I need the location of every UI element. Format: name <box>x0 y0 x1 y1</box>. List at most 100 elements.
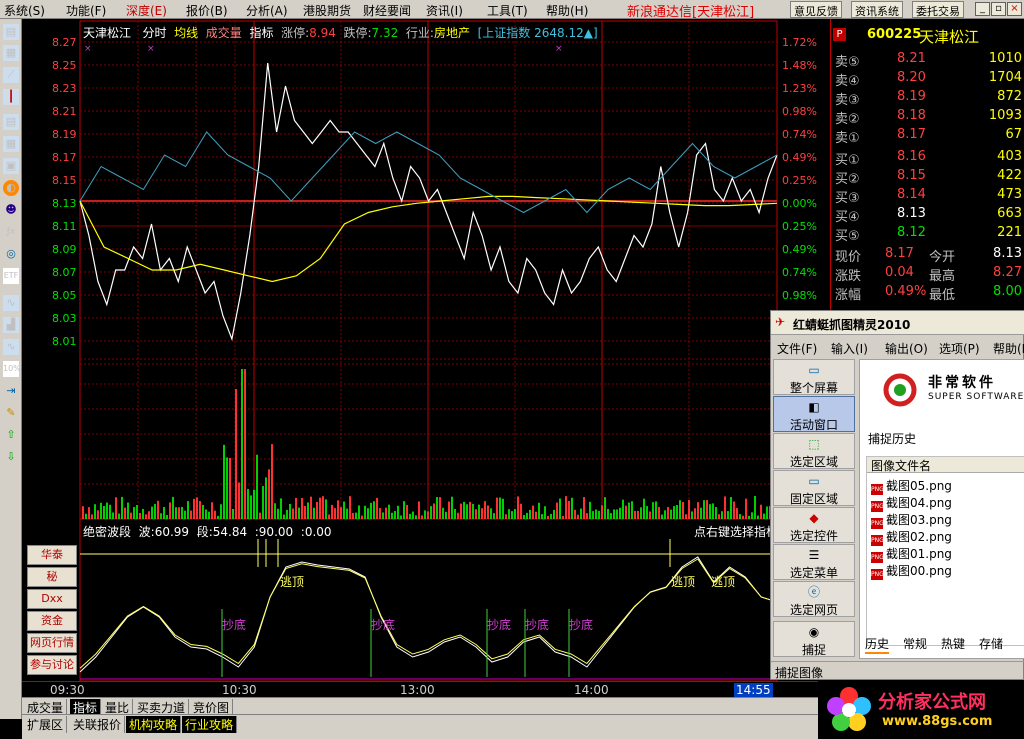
file-list[interactable]: 图像文件名 PNG 截图05.png PNG 截图04.png PNG 截图03.pn… <box>866 456 1024 646</box>
file-item[interactable]: PNG 截图05.png <box>871 477 952 495</box>
volume-bar <box>214 510 216 519</box>
tab-general[interactable]: 常规 <box>903 635 927 652</box>
capture-menu-file[interactable]: 文件(F) <box>777 340 817 357</box>
dxx-button[interactable]: Dxx <box>27 589 77 609</box>
wave-icon[interactable]: ∿ <box>3 339 19 355</box>
arrow-up-icon[interactable]: ⇧ <box>3 427 19 443</box>
bulb-icon[interactable]: ◐ <box>3 180 19 196</box>
mode-label[interactable]: 分时 <box>142 26 166 40</box>
tool-label: 活动窗口 <box>789 418 838 432</box>
close-icon[interactable]: × <box>1007 2 1022 16</box>
calendar-icon[interactable]: ▣ <box>3 158 19 174</box>
tab-institution[interactable]: 机构攻略 <box>126 716 182 733</box>
pen-icon[interactable]: ✎ <box>3 405 19 421</box>
volume-bar <box>547 515 549 519</box>
window-icon: ◧ <box>808 400 820 414</box>
menu-info[interactable]: 资讯(I) <box>426 2 463 19</box>
feedback-button[interactable]: 意见反馈 <box>790 1 842 18</box>
percent-icon[interactable]: 10% <box>3 361 21 377</box>
price-tick: 8.11 <box>52 220 77 233</box>
capture-menu-input[interactable]: 输入(I) <box>831 340 868 357</box>
volume-bar <box>748 515 750 519</box>
file-item[interactable]: PNG 截图01.png <box>871 545 952 563</box>
capture-menu-output[interactable]: 输出(O) <box>885 340 928 357</box>
web-quote-button[interactable]: 网页行情 <box>27 633 77 653</box>
avg-label[interactable]: 均线 <box>174 26 198 40</box>
restore-icon[interactable]: ▫ <box>991 2 1006 16</box>
huatai-button[interactable]: 华泰 <box>27 545 77 565</box>
control-tool[interactable]: ◆ 选定控件 <box>773 507 855 543</box>
tab-industry[interactable]: 行业攻略 <box>182 716 238 733</box>
volume-bar <box>193 498 195 519</box>
secret-button[interactable]: 秘 <box>27 567 77 587</box>
line-chart-icon[interactable]: ⟋ <box>3 67 19 83</box>
menu-news[interactable]: 财经要闻 <box>363 2 411 19</box>
fund-button[interactable]: 资金 <box>27 611 77 631</box>
volume-bar <box>244 369 246 519</box>
volume-bar <box>682 501 684 519</box>
search-icon[interactable]: ◎ <box>3 246 19 262</box>
menu-quote[interactable]: 报价(B) <box>186 2 228 19</box>
capture-menu-options[interactable]: 选项(P) <box>939 340 980 357</box>
tab-hotkey[interactable]: 热键 <box>941 635 965 652</box>
tab-storage[interactable]: 存储 <box>979 635 1003 652</box>
intraday-chart[interactable]: × × × <box>22 19 830 685</box>
file-list-header[interactable]: 图像文件名 <box>867 457 1024 473</box>
capture-button[interactable]: ◉ 捕捉 <box>773 621 855 657</box>
etf-icon[interactable]: ETF <box>3 268 19 284</box>
volume-bar <box>550 514 552 519</box>
volume-bar <box>340 507 342 519</box>
sell-label: 逃顶 <box>280 575 305 589</box>
tab-extension[interactable]: 扩展区 <box>24 716 68 733</box>
webpage-tool[interactable]: ⓔ 选定网页 <box>773 581 855 617</box>
volume-label[interactable]: 成交量 <box>206 26 242 40</box>
menu-system[interactable]: 系统(S) <box>4 2 45 19</box>
discussion-button[interactable]: 参与讨论 <box>27 655 77 675</box>
capture-menu-help[interactable]: 帮助(H) <box>993 340 1024 357</box>
volume-bar <box>496 497 498 519</box>
candle-icon[interactable]: ┃ <box>3 89 19 105</box>
indicator-title[interactable]: 绝密波段 <box>83 525 131 539</box>
tab-related-quote[interactable]: 关联报价 <box>70 716 126 733</box>
fullscreen-tool[interactable]: ▭ 整个屏幕 <box>773 359 855 395</box>
fixed-region-tool[interactable]: ▭ 固定区域 <box>773 470 855 506</box>
volume-bar <box>661 514 663 519</box>
area-icon[interactable]: ▟ <box>3 317 19 333</box>
volume-bar <box>694 508 696 519</box>
file-item[interactable]: PNG 截图02.png <box>871 528 952 546</box>
arrow-down-icon[interactable]: ⇩ <box>3 449 19 465</box>
minimize-icon[interactable]: _ <box>975 2 990 16</box>
users-icon[interactable]: ☻ <box>3 202 19 218</box>
p-icon[interactable]: P <box>833 28 846 41</box>
report-icon[interactable]: ▤ <box>3 114 19 130</box>
file-item[interactable]: PNG 截图04.png <box>871 494 952 512</box>
menu-tool[interactable]: ☰ 选定菜单 <box>773 544 855 580</box>
tab-history[interactable]: 历史 <box>865 635 890 654</box>
volume-bar <box>442 507 444 519</box>
price-tick: 8.15 <box>52 174 77 187</box>
menu-hk-futures[interactable]: 港股期货 <box>303 2 351 19</box>
menu-analysis[interactable]: 分析(A) <box>246 2 288 19</box>
trade-button[interactable]: 委托交易 <box>912 1 964 18</box>
file-item[interactable]: PNG 截图03.png <box>871 511 952 529</box>
indicator-label[interactable]: 指标 <box>249 26 273 40</box>
volume-bar <box>439 497 441 519</box>
trend-icon[interactable]: ∿ <box>3 295 19 311</box>
region-tool[interactable]: ⬚ 选定区域 <box>773 433 855 469</box>
fx-icon[interactable]: ƒx <box>3 224 19 240</box>
quote-list-icon[interactable]: ▤ <box>3 24 19 40</box>
info-system-button[interactable]: 资讯系统 <box>851 1 903 18</box>
table-icon[interactable]: ▦ <box>3 45 19 61</box>
quote-price: 8.21 <box>897 51 926 66</box>
active-window-tool[interactable]: ◧ 活动窗口 <box>773 396 855 432</box>
volume-bar <box>598 510 600 519</box>
price-tick: 8.05 <box>52 289 77 302</box>
file-item[interactable]: PNG 截图00.png <box>871 562 952 580</box>
menu-function[interactable]: 功能(F) <box>66 2 106 19</box>
export-icon[interactable]: ⇥ <box>3 383 19 399</box>
sheet-icon[interactable]: ▦ <box>3 136 19 152</box>
dragonfly-icon: ✈ <box>775 315 786 329</box>
menu-help[interactable]: 帮助(H) <box>546 2 588 19</box>
menu-tools[interactable]: 工具(T) <box>487 2 528 19</box>
menu-depth[interactable]: 深度(E) <box>126 2 167 19</box>
